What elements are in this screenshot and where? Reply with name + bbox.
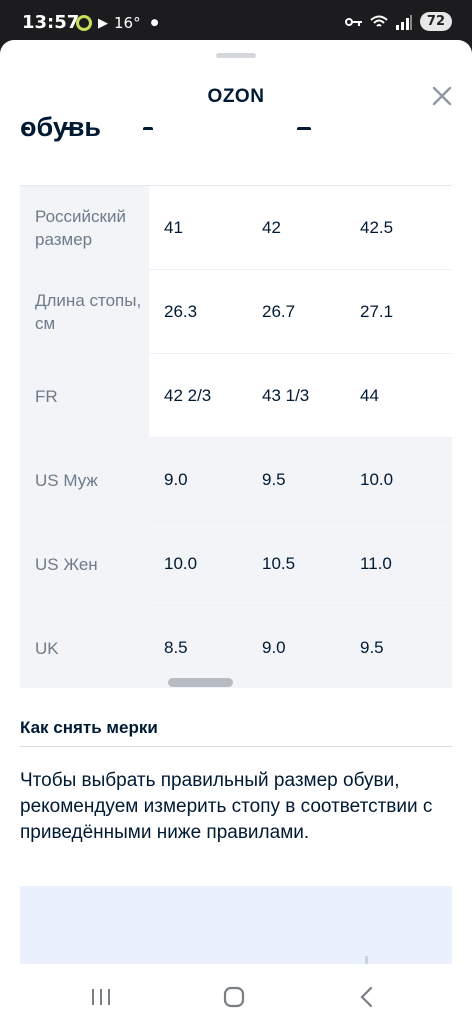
battery-indicator: 72 — [419, 12, 452, 31]
size-table[interactable]: Российский размер 41 42 42.5 Длина стопы… — [20, 185, 452, 688]
table-cell: 42 — [262, 218, 281, 237]
table-cell: 10.5 — [262, 554, 296, 573]
row-header: US Муж — [20, 438, 149, 522]
sheet-title: OZON — [207, 86, 265, 107]
table-row: FR 42 2/3 43 1/3 44 — [20, 354, 452, 438]
table-cell: 8.5 — [164, 638, 188, 657]
location-ring-icon — [76, 15, 92, 31]
illustration-fragment — [365, 956, 368, 964]
status-right-icons: 72 — [344, 12, 452, 31]
row-header: US Жен — [20, 522, 149, 606]
page-heading: обувь — [20, 112, 102, 142]
instruction-text: Чтобы выбрать правильный размер обуви, р… — [20, 770, 433, 843]
back-icon[interactable] — [352, 982, 382, 1012]
table-cell: 11.0 — [360, 554, 392, 573]
row-header: FR — [20, 354, 149, 438]
table-cell: 9.0 — [164, 470, 188, 489]
table-cell: 42 2/3 — [164, 386, 212, 405]
table-cell: 26.3 — [164, 302, 198, 321]
row-header: Российский размер — [20, 186, 149, 270]
status-bar: 13:57 ▶ 16° ● 72 — [0, 0, 472, 44]
table-cell: 9.5 — [360, 638, 384, 657]
wifi-icon — [370, 15, 388, 27]
table-row: Длина стопы, см 26.3 26.7 27.1 — [20, 270, 452, 354]
table-cell: 43 1/3 — [262, 386, 310, 405]
table-row: US Жен 10.0 10.5 11.0 — [20, 522, 452, 606]
table-cell: 27.1 — [360, 302, 394, 321]
divider — [20, 746, 452, 747]
key-icon — [344, 17, 362, 26]
navigation-bar — [0, 964, 472, 1024]
recent-apps-icon[interactable] — [86, 982, 116, 1012]
notification-dot-icon: ● — [150, 18, 159, 28]
close-icon[interactable] — [430, 84, 454, 108]
sheet-grabber[interactable] — [216, 53, 256, 58]
table-row: UK 8.5 9.0 9.5 — [20, 606, 452, 688]
table-row: US Муж 9.0 9.5 10.0 — [20, 438, 452, 522]
section-title: Как снять мерки — [20, 718, 158, 737]
home-icon[interactable] — [219, 982, 249, 1012]
play-icon: ▶ — [98, 15, 108, 31]
row-header: Длина стопы, см — [20, 270, 149, 354]
table-cell: 42.5 — [360, 218, 394, 237]
table-row: Российский размер 41 42 42.5 — [20, 186, 452, 270]
table-cell: 10.0 — [360, 470, 394, 489]
status-left-icons: ▶ 16° ● — [76, 14, 158, 32]
status-time: 13:57 — [22, 12, 80, 33]
measurement-illustration — [20, 886, 452, 964]
table-cell: 44 — [360, 386, 379, 405]
table-cell: 41 — [164, 218, 183, 237]
signal-icon — [395, 14, 412, 30]
table-cell: 26.7 — [262, 302, 296, 321]
table-cell: 9.0 — [262, 638, 286, 657]
size-chart-sheet: OZON обувь Российский размер 41 42 42.5 … — [0, 40, 472, 964]
temperature: 16° — [114, 14, 141, 32]
table-cell: 9.5 — [262, 470, 286, 489]
row-header: UK — [20, 606, 149, 688]
table-cell: 10.0 — [164, 554, 198, 573]
table-horizontal-scrollbar[interactable] — [168, 678, 233, 687]
